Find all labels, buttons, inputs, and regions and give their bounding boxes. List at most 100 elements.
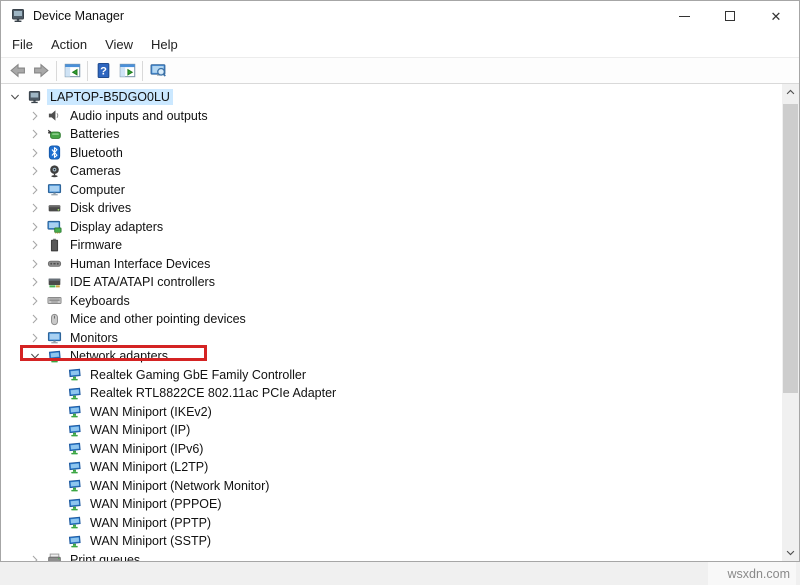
- network-icon: [67, 460, 82, 475]
- tree-item-label[interactable]: WAN Miniport (SSTP): [87, 533, 214, 549]
- chevron-right-icon[interactable]: [29, 128, 41, 140]
- caret-spacer: [49, 535, 61, 547]
- tree-item-label[interactable]: WAN Miniport (IKEv2): [87, 404, 215, 420]
- scan-for-hardware-changes-button[interactable]: [146, 59, 170, 83]
- tree-item-label[interactable]: IDE ATA/ATAPI controllers: [67, 274, 218, 290]
- tree-item[interactable]: WAN Miniport (IP): [1, 421, 782, 440]
- tree-item[interactable]: WAN Miniport (Network Monitor): [1, 477, 782, 496]
- chevron-right-icon[interactable]: [29, 239, 41, 251]
- tree-item[interactable]: WAN Miniport (IKEv2): [1, 403, 782, 422]
- chevron-down-icon[interactable]: [29, 350, 41, 362]
- tree-item-label[interactable]: WAN Miniport (IPv6): [87, 441, 206, 457]
- properties-button[interactable]: [115, 59, 139, 83]
- chevron-down-icon[interactable]: [9, 91, 21, 103]
- chevron-right-icon[interactable]: [29, 295, 41, 307]
- tree-item[interactable]: Mice and other pointing devices: [1, 310, 782, 329]
- chevron-right-icon[interactable]: [29, 313, 41, 325]
- tree-item[interactable]: Keyboards: [1, 292, 782, 311]
- tree-item[interactable]: WAN Miniport (L2TP): [1, 458, 782, 477]
- tree-item[interactable]: LAPTOP-B5DGO0LU: [1, 88, 782, 107]
- workstation-icon: [10, 8, 26, 24]
- window-props-icon: [119, 62, 136, 79]
- chevron-right-icon[interactable]: [29, 258, 41, 270]
- chevron-right-icon[interactable]: [29, 165, 41, 177]
- tree-item-label[interactable]: WAN Miniport (PPPOE): [87, 496, 225, 512]
- tree-item[interactable]: Batteries: [1, 125, 782, 144]
- tree-item-label[interactable]: WAN Miniport (Network Monitor): [87, 478, 272, 494]
- tree-item[interactable]: Display adapters: [1, 218, 782, 237]
- menu-file[interactable]: File: [3, 34, 42, 55]
- chevron-right-icon[interactable]: [29, 147, 41, 159]
- tree-item-label[interactable]: Network adapters: [67, 348, 171, 364]
- printer-icon: [47, 552, 62, 561]
- tree-item-label[interactable]: Monitors: [67, 330, 121, 346]
- scroll-down-button[interactable]: [782, 544, 799, 561]
- caret-spacer: [49, 480, 61, 492]
- chevron-right-icon[interactable]: [29, 110, 41, 122]
- chevron-right-icon[interactable]: [29, 332, 41, 344]
- show-console-tree-button[interactable]: [60, 59, 84, 83]
- tree-item-label[interactable]: Human Interface Devices: [67, 256, 213, 272]
- tree-item[interactable]: WAN Miniport (IPv6): [1, 440, 782, 459]
- chevron-right-icon[interactable]: [29, 276, 41, 288]
- tree-item-label[interactable]: Disk drives: [67, 200, 134, 216]
- tree-item[interactable]: IDE ATA/ATAPI controllers: [1, 273, 782, 292]
- chevron-right-icon[interactable]: [29, 221, 41, 233]
- tree-item-label[interactable]: WAN Miniport (L2TP): [87, 459, 211, 475]
- bluetooth-icon: [47, 145, 62, 160]
- network-icon: [67, 534, 82, 549]
- tree-item[interactable]: Firmware: [1, 236, 782, 255]
- tree-item[interactable]: Human Interface Devices: [1, 255, 782, 274]
- tree-item-label[interactable]: Firmware: [67, 237, 125, 253]
- tree-item[interactable]: Realtek RTL8822CE 802.11ac PCIe Adapter: [1, 384, 782, 403]
- tree-item[interactable]: Monitors: [1, 329, 782, 348]
- tree-item-label[interactable]: Mice and other pointing devices: [67, 311, 249, 327]
- tree-item[interactable]: Print queues: [1, 551, 782, 562]
- minimize-button[interactable]: [661, 1, 707, 31]
- tree-item[interactable]: Realtek Gaming GbE Family Controller: [1, 366, 782, 385]
- network-icon: [67, 404, 82, 419]
- maximize-button[interactable]: [707, 1, 753, 31]
- network-icon: [47, 349, 62, 364]
- menu-help[interactable]: Help: [142, 34, 187, 55]
- tree-item[interactable]: WAN Miniport (PPPOE): [1, 495, 782, 514]
- window-title: Device Manager: [33, 9, 124, 23]
- tree-item-label[interactable]: Display adapters: [67, 219, 166, 235]
- chevron-right-icon[interactable]: [29, 554, 41, 561]
- back-button[interactable]: [5, 59, 29, 83]
- monitor-icon: [47, 330, 62, 345]
- tree-item-label[interactable]: WAN Miniport (IP): [87, 422, 193, 438]
- help-button[interactable]: ?: [91, 59, 115, 83]
- tree-item-label[interactable]: Audio inputs and outputs: [67, 108, 211, 124]
- menu-action[interactable]: Action: [42, 34, 96, 55]
- tree-item-label[interactable]: Realtek Gaming GbE Family Controller: [87, 367, 309, 383]
- menu-view[interactable]: View: [96, 34, 142, 55]
- tree-item[interactable]: WAN Miniport (PPTP): [1, 514, 782, 533]
- chevron-right-icon[interactable]: [29, 202, 41, 214]
- tree-item[interactable]: Cameras: [1, 162, 782, 181]
- close-button[interactable]: ✕: [753, 1, 799, 31]
- network-icon: [67, 423, 82, 438]
- keyboard-icon: [47, 293, 62, 308]
- forward-button[interactable]: [29, 59, 53, 83]
- tree-item[interactable]: Network adapters: [1, 347, 782, 366]
- vertical-scrollbar[interactable]: [782, 84, 799, 561]
- tree-item[interactable]: Audio inputs and outputs: [1, 107, 782, 126]
- scroll-up-button[interactable]: [782, 84, 799, 101]
- tree-item-label[interactable]: WAN Miniport (PPTP): [87, 515, 214, 531]
- scrollbar-thumb[interactable]: [783, 104, 798, 393]
- tree-item-label[interactable]: Realtek RTL8822CE 802.11ac PCIe Adapter: [87, 385, 339, 401]
- chevron-right-icon[interactable]: [29, 184, 41, 196]
- tree-item-label[interactable]: Keyboards: [67, 293, 133, 309]
- tree-item[interactable]: Computer: [1, 181, 782, 200]
- tree-item-label[interactable]: LAPTOP-B5DGO0LU: [47, 89, 173, 105]
- tree-item-label[interactable]: Cameras: [67, 163, 124, 179]
- network-icon: [67, 441, 82, 456]
- tree-item-label[interactable]: Bluetooth: [67, 145, 126, 161]
- tree-item[interactable]: Bluetooth: [1, 144, 782, 163]
- tree-item-label[interactable]: Batteries: [67, 126, 122, 142]
- tree-item[interactable]: WAN Miniport (SSTP): [1, 532, 782, 551]
- tree-item[interactable]: Disk drives: [1, 199, 782, 218]
- tree-item-label[interactable]: Print queues: [67, 552, 143, 561]
- tree-item-label[interactable]: Computer: [67, 182, 128, 198]
